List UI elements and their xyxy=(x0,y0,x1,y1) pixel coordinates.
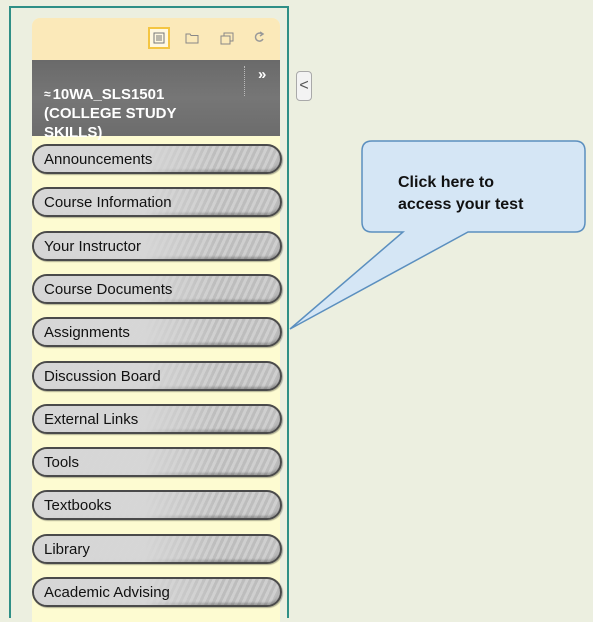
callout-balloon xyxy=(289,140,586,330)
menu-item-label: Academic Advising xyxy=(44,583,170,601)
menu-item-label: Discussion Board xyxy=(44,367,161,385)
menu-item-label: Course Documents xyxy=(44,280,173,298)
menu-item-label: Library xyxy=(44,540,90,558)
menu-item-label: Course Information xyxy=(44,193,172,211)
callout-text: Click here to access your test xyxy=(398,174,524,213)
menu-item-label: Announcements xyxy=(44,150,153,168)
menu-item-label: Assignments xyxy=(44,323,130,341)
menu-item-label: External Links xyxy=(44,410,139,428)
menu-item-label: Textbooks xyxy=(44,496,112,514)
menu-item-label: Your Instructor xyxy=(44,237,141,255)
menu-item-label: Tools xyxy=(44,453,80,471)
